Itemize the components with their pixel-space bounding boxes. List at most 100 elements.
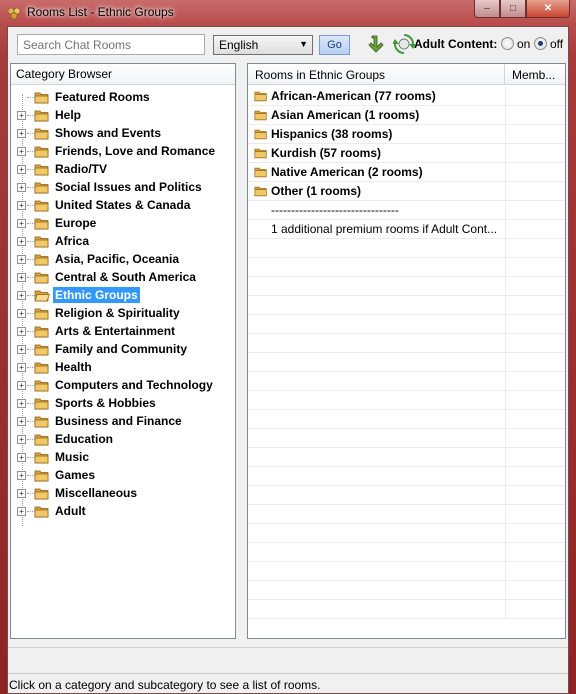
tree-item[interactable]: + Africa	[11, 232, 235, 250]
expand-icon[interactable]: +	[17, 345, 26, 354]
tree-item[interactable]: + Central & South America	[11, 268, 235, 286]
expand-icon[interactable]: +	[17, 237, 26, 246]
expand-icon[interactable]: +	[17, 255, 26, 264]
tree-item-label: Family and Community	[55, 342, 188, 356]
expand-icon[interactable]: +	[17, 363, 26, 372]
tree-item[interactable]: + Social Issues and Politics	[11, 178, 235, 196]
language-select[interactable]: English ▼	[213, 35, 313, 55]
expand-icon[interactable]: +	[17, 453, 26, 462]
refresh-icon[interactable]	[393, 33, 415, 55]
expand-icon[interactable]: +	[17, 471, 26, 480]
minimize-button[interactable]: –	[474, 0, 500, 18]
separator-row: --------------------------------	[248, 201, 565, 220]
tree-item-label: Sports & Hobbies	[55, 396, 156, 410]
room-row[interactable]: Native American (2 rooms)	[248, 163, 565, 182]
close-button[interactable]: ✕	[526, 0, 570, 18]
category-browser-panel[interactable]: Category Browser Featured Rooms + Help + Sho…	[10, 63, 236, 639]
expand-icon[interactable]: +	[17, 183, 26, 192]
go-button[interactable]: Go	[319, 35, 350, 55]
room-row[interactable]: Other (1 rooms)	[248, 182, 565, 201]
tree-item[interactable]: Featured Rooms	[11, 88, 235, 106]
folder-icon	[34, 362, 49, 374]
room-row[interactable]: African-American (77 rooms)	[248, 87, 565, 106]
folder-icon	[254, 129, 267, 140]
tree-item[interactable]: + Business and Finance	[11, 412, 235, 430]
expand-icon[interactable]: +	[17, 273, 26, 282]
empty-row	[248, 581, 565, 600]
empty-row	[248, 315, 565, 334]
tree-item[interactable]: + Miscellaneous	[11, 484, 235, 502]
tree-item-label: Adult	[55, 504, 86, 518]
column-divider	[505, 524, 506, 543]
column-header-members[interactable]: Memb...	[506, 64, 565, 85]
expand-icon[interactable]: +	[17, 219, 26, 228]
column-divider	[505, 296, 506, 315]
back-arrow-icon[interactable]	[368, 33, 388, 55]
premium-note-row[interactable]: 1 additional premium rooms if Adult Cont…	[248, 220, 565, 239]
expand-icon[interactable]: +	[17, 201, 26, 210]
window-frame: Rooms List - Ethnic Groups – □ ✕ English…	[0, 0, 576, 694]
tree-item-label: Arts & Entertainment	[55, 324, 176, 338]
chevron-down-icon: ▼	[299, 39, 308, 49]
expand-icon[interactable]: +	[17, 291, 26, 300]
expand-icon[interactable]: +	[17, 129, 26, 138]
tree-item[interactable]: + Sports & Hobbies	[11, 394, 235, 412]
tree-item[interactable]: + Games	[11, 466, 235, 484]
folder-icon	[34, 398, 49, 410]
folder-icon	[34, 434, 49, 446]
tree-item-label: Shows and Events	[55, 126, 162, 140]
column-divider	[505, 201, 506, 220]
folder-icon	[34, 164, 49, 176]
expand-icon[interactable]: +	[17, 417, 26, 426]
tree-item[interactable]: + Education	[11, 430, 235, 448]
tree-item[interactable]: + Arts & Entertainment	[11, 322, 235, 340]
tree-item[interactable]: + Radio/TV	[11, 160, 235, 178]
folder-icon	[34, 488, 49, 500]
tree-item-label: Computers and Technology	[55, 378, 213, 392]
tree-item-label: Business and Finance	[55, 414, 182, 428]
expand-icon[interactable]: +	[17, 435, 26, 444]
tree-item[interactable]: + Music	[11, 448, 235, 466]
tree-item[interactable]: + Computers and Technology	[11, 376, 235, 394]
adult-on-radio[interactable]	[501, 37, 514, 50]
tree-item[interactable]: + Friends, Love and Romance	[11, 142, 235, 160]
column-divider	[505, 543, 506, 562]
expand-icon[interactable]: +	[17, 507, 26, 516]
tree-item[interactable]: + Family and Community	[11, 340, 235, 358]
tree-item[interactable]: + Ethnic Groups	[11, 286, 235, 304]
expand-icon[interactable]: +	[17, 327, 26, 336]
title-bar[interactable]: Rooms List - Ethnic Groups – □ ✕	[0, 0, 576, 26]
tree-item[interactable]: + Health	[11, 358, 235, 376]
expand-icon[interactable]: +	[17, 147, 26, 156]
search-input[interactable]	[17, 34, 205, 55]
adult-off-label: off	[550, 37, 564, 51]
adult-off-radio[interactable]	[534, 37, 547, 50]
tree-item[interactable]: + Europe	[11, 214, 235, 232]
maximize-button[interactable]: □	[500, 0, 526, 18]
empty-row	[248, 600, 565, 619]
tree-item-label: Games	[55, 468, 96, 482]
tree-item-label: Friends, Love and Romance	[55, 144, 216, 158]
room-row[interactable]: Hispanics (38 rooms)	[248, 125, 565, 144]
expand-icon[interactable]: +	[17, 489, 26, 498]
rooms-list-panel[interactable]: Rooms in Ethnic Groups Memb... African-A…	[247, 63, 566, 639]
expand-icon[interactable]: +	[17, 309, 26, 318]
tree-item[interactable]: + Shows and Events	[11, 124, 235, 142]
expand-icon[interactable]: +	[17, 381, 26, 390]
tree-item[interactable]: + Religion & Spirituality	[11, 304, 235, 322]
room-row[interactable]: Asian American (1 rooms)	[248, 106, 565, 125]
tree-item-label: Miscellaneous	[55, 486, 138, 500]
expand-icon[interactable]: +	[17, 111, 26, 120]
column-divider	[505, 448, 506, 467]
column-header-rooms[interactable]: Rooms in Ethnic Groups	[248, 64, 505, 85]
tree-item-label: Radio/TV	[55, 162, 108, 176]
tree-item[interactable]: + Adult	[11, 502, 235, 520]
expand-icon[interactable]: +	[17, 399, 26, 408]
tree-item[interactable]: + Asia, Pacific, Oceania	[11, 250, 235, 268]
room-row[interactable]: Kurdish (57 rooms)	[248, 144, 565, 163]
column-divider	[505, 334, 506, 353]
tree-item[interactable]: + United States & Canada	[11, 196, 235, 214]
column-divider	[505, 163, 506, 182]
tree-item[interactable]: + Help	[11, 106, 235, 124]
expand-icon[interactable]: +	[17, 165, 26, 174]
